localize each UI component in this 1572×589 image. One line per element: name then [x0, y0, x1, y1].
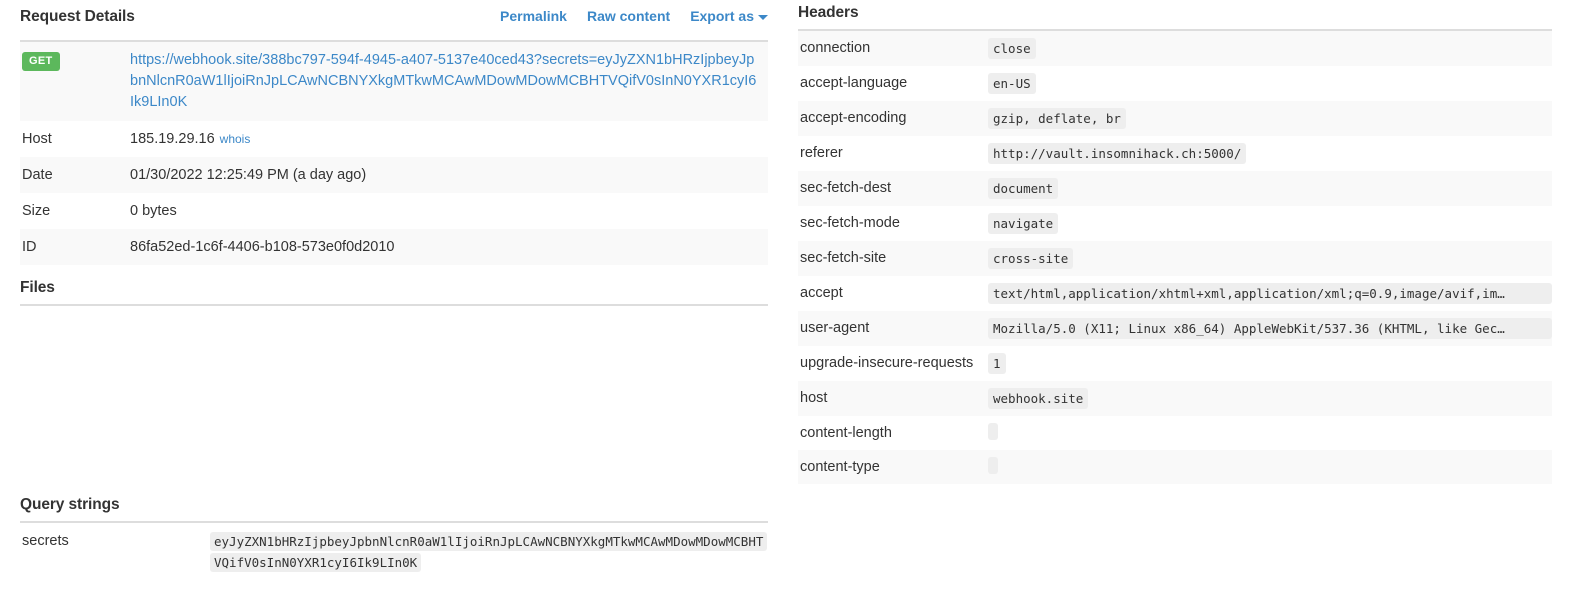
chevron-down-icon — [758, 14, 768, 20]
table-row: connection close — [798, 31, 1552, 66]
host-value: 185.19.29.16 — [130, 131, 215, 147]
host-label: Host — [22, 131, 52, 147]
header-key-accept-language: accept-language — [800, 75, 908, 91]
id-value: 86fa52ed-1c6f-4406-b108-573e0f0d2010 — [130, 239, 395, 255]
header-key-referer: referer — [800, 145, 843, 161]
table-row: Size 0 bytes — [20, 193, 768, 229]
query-strings-title: Query strings — [20, 496, 120, 513]
table-row: content-type — [798, 450, 1552, 484]
request-actions: Permalink Raw content Export as — [500, 8, 768, 24]
query-value-cell: eyJyZXN1bHRzIjpbeyJpbnNlcnR0aW1lIjoiRnJp… — [210, 523, 768, 581]
header-value-cell: text/html,application/xhtml+xml,applicat… — [988, 276, 1552, 311]
request-details-title: Request Details — [20, 8, 135, 25]
header-value-content-type — [988, 457, 998, 474]
left-column: Request Details Permalink Raw content Ex… — [0, 0, 790, 589]
table-row-url: GET https://webhook.site/388bc797-594f-4… — [20, 42, 768, 121]
header-value-accept-language: en-US — [988, 73, 1036, 94]
method-cell: GET — [20, 42, 130, 121]
header-key-user-agent: user-agent — [800, 320, 870, 336]
table-row: referer http://vault.insomnihack.ch:5000… — [798, 136, 1552, 171]
request-inspector-page: Request Details Permalink Raw content Ex… — [0, 0, 1572, 589]
header-key-sec-fetch-site: sec-fetch-site — [800, 250, 887, 266]
permalink-link[interactable]: Permalink — [500, 8, 567, 24]
header-value-host: webhook.site — [988, 388, 1089, 409]
size-value: 0 bytes — [130, 203, 177, 219]
table-row: ID 86fa52ed-1c6f-4406-b108-573e0f0d2010 — [20, 229, 768, 265]
table-row: upgrade-insecure-requests 1 — [798, 346, 1552, 381]
header-value-sec-fetch-site: cross-site — [988, 248, 1074, 269]
right-column-gap — [798, 484, 1552, 589]
header-value-referer: http://vault.insomnihack.ch:5000/ — [988, 143, 1247, 164]
table-row: sec-fetch-site cross-site — [798, 241, 1552, 276]
request-details-header: Request Details Permalink Raw content Ex… — [20, 0, 768, 40]
header-key-accept: accept — [800, 285, 843, 301]
header-key-accept-encoding: accept-encoding — [800, 110, 907, 126]
header-key-sec-fetch-dest: sec-fetch-dest — [800, 180, 892, 196]
header-value-sec-fetch-dest: document — [988, 178, 1059, 199]
header-value-content-length — [988, 423, 998, 440]
header-key-upgrade-insecure-requests: upgrade-insecure-requests — [800, 355, 974, 371]
table-row: user-agent Mozilla/5.0 (X11; Linux x86_6… — [798, 311, 1552, 346]
files-body-empty — [20, 306, 768, 492]
table-row: Host 185.19.29.16 whois — [20, 121, 768, 157]
query-strings-table: secrets eyJyZXN1bHRzIjpbeyJpbnNlcnR0aW1l… — [20, 523, 768, 581]
content-placeholder: No content — [20, 581, 768, 589]
table-row: content-length — [798, 416, 1552, 450]
header-value-cell: gzip, deflate, br — [988, 101, 1552, 136]
header-value-cell: navigate — [988, 206, 1552, 241]
headers-table: connection close accept-language en-US a… — [798, 31, 1552, 484]
request-url-link[interactable]: https://webhook.site/388bc797-594f-4945-… — [130, 52, 756, 110]
query-value-secrets: eyJyZXN1bHRzIjpbeyJpbnNlcnR0aW1lIjoiRnJp… — [210, 532, 768, 572]
header-key-host: host — [800, 390, 828, 406]
table-row: accept-language en-US — [798, 66, 1552, 101]
raw-content-link[interactable]: Raw content — [587, 8, 670, 24]
header-value-user-agent: Mozilla/5.0 (X11; Linux x86_64) AppleWeb… — [988, 318, 1552, 339]
header-key-content-type: content-type — [800, 459, 880, 475]
header-value-cell: http://vault.insomnihack.ch:5000/ — [988, 136, 1552, 171]
table-row: sec-fetch-dest document — [798, 171, 1552, 206]
date-label: Date — [22, 167, 53, 183]
table-row: host webhook.site — [798, 381, 1552, 416]
export-as-label: Export as — [690, 8, 754, 24]
header-value-connection: close — [988, 38, 1036, 59]
header-value-cell: webhook.site — [988, 381, 1552, 416]
header-value-cell: 1 — [988, 346, 1552, 381]
right-column: Headers connection close accept-language… — [790, 0, 1572, 589]
table-row: accept-encoding gzip, deflate, br — [798, 101, 1552, 136]
header-value-accept: text/html,application/xhtml+xml,applicat… — [988, 283, 1552, 304]
table-row: accept text/html,application/xhtml+xml,a… — [798, 276, 1552, 311]
export-as-dropdown[interactable]: Export as — [690, 8, 768, 24]
header-value-cell: cross-site — [988, 241, 1552, 276]
table-row: Date 01/30/2022 12:25:49 PM (a day ago) — [20, 157, 768, 193]
header-value-cell — [988, 450, 1552, 484]
host-value-cell: 185.19.29.16 whois — [130, 121, 768, 157]
files-title: Files — [20, 279, 55, 296]
url-cell: https://webhook.site/388bc797-594f-4945-… — [130, 42, 768, 121]
header-value-sec-fetch-mode: navigate — [988, 213, 1059, 234]
headers-title: Headers — [798, 4, 859, 21]
method-badge: GET — [22, 52, 60, 71]
query-key-secrets: secrets — [22, 533, 69, 549]
header-value-upgrade-insecure-requests: 1 — [988, 353, 1006, 374]
header-value-cell: document — [988, 171, 1552, 206]
table-row: sec-fetch-mode navigate — [798, 206, 1552, 241]
header-value-cell: close — [988, 31, 1552, 66]
size-label: Size — [22, 203, 51, 219]
request-details-table: GET https://webhook.site/388bc797-594f-4… — [20, 42, 768, 265]
header-key-sec-fetch-mode: sec-fetch-mode — [800, 215, 900, 231]
date-value: 01/30/2022 12:25:49 PM (a day ago) — [130, 167, 367, 183]
header-value-cell: Mozilla/5.0 (X11; Linux x86_64) AppleWeb… — [988, 311, 1552, 346]
header-value-cell — [988, 416, 1552, 450]
whois-link[interactable]: whois — [220, 132, 251, 146]
table-row: secrets eyJyZXN1bHRzIjpbeyJpbnNlcnR0aW1l… — [20, 523, 768, 581]
header-key-content-length: content-length — [800, 425, 892, 441]
header-value-accept-encoding: gzip, deflate, br — [988, 108, 1126, 129]
header-key-connection: connection — [800, 40, 871, 56]
id-label: ID — [22, 239, 37, 255]
header-value-cell: en-US — [988, 66, 1552, 101]
